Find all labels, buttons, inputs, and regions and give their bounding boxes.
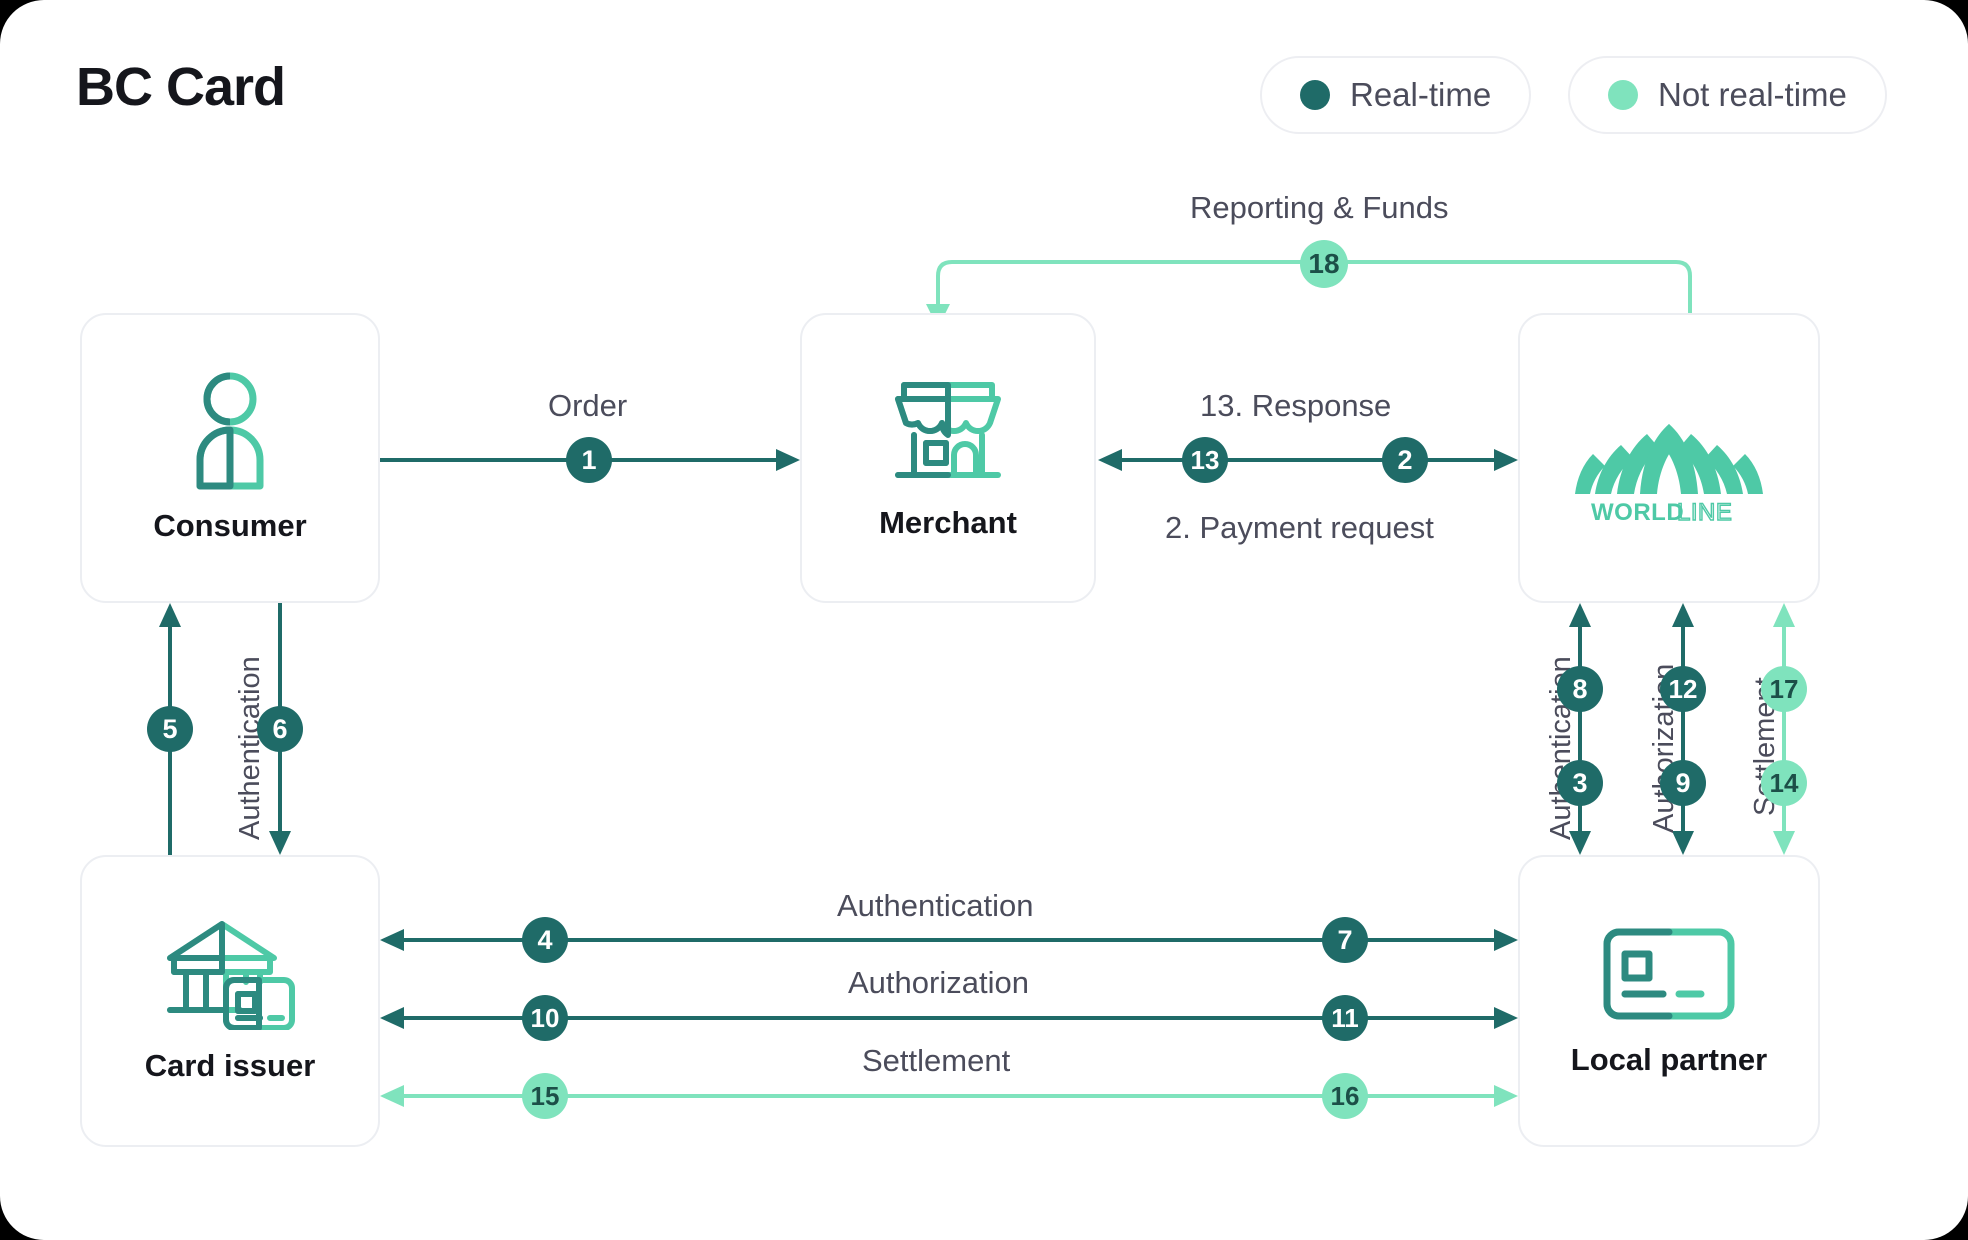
- badge-8: 8: [1557, 666, 1603, 712]
- badge-17: 17: [1761, 666, 1807, 712]
- edge-label-row-authentication: Authentication: [837, 888, 1034, 923]
- badge-16: 16: [1322, 1073, 1368, 1119]
- edge-label-order: Order: [548, 388, 628, 423]
- edge-merchant-worldline: [1098, 449, 1518, 471]
- node-worldline[interactable]: WORLD LINE: [1518, 313, 1820, 603]
- badge-7: 7: [1322, 917, 1368, 963]
- bank-card-icon: [160, 918, 300, 1030]
- worldline-logo: WORLD LINE: [1569, 392, 1769, 524]
- node-consumer[interactable]: Consumer: [80, 313, 380, 603]
- badge-15: 15: [522, 1073, 568, 1119]
- node-label-consumer: Consumer: [153, 508, 307, 543]
- badge-13: 13: [1182, 437, 1228, 483]
- badge-12: 12: [1660, 666, 1706, 712]
- badge-6: 6: [257, 706, 303, 752]
- node-merchant[interactable]: Merchant: [800, 313, 1096, 603]
- person-icon: [184, 372, 276, 490]
- legend-real-time: Real-time: [1260, 56, 1532, 134]
- node-label-merchant: Merchant: [879, 505, 1017, 540]
- badge-9: 9: [1660, 760, 1706, 806]
- storefront-icon: [888, 375, 1008, 487]
- node-label-local-partner: Local partner: [1570, 1042, 1768, 1077]
- credit-card-icon: [1601, 924, 1737, 1024]
- badge-5: 5: [147, 706, 193, 752]
- edge-label-reporting-funds: Reporting & Funds: [1190, 190, 1449, 225]
- legend-dot-real-time: [1300, 80, 1330, 110]
- edge-label-consumer-authentication: Authentication: [234, 656, 266, 840]
- badge-14: 14: [1761, 760, 1807, 806]
- node-local-partner[interactable]: Local partner: [1518, 855, 1820, 1147]
- diagram-card: BC Card Real-time Not real-time Reportin…: [0, 0, 1968, 1240]
- badge-18: 18: [1300, 240, 1348, 288]
- page-title: BC Card: [76, 57, 286, 117]
- badge-3: 3: [1557, 760, 1603, 806]
- svg-text:LINE: LINE: [1677, 499, 1732, 524]
- node-label-card-issuer: Card issuer: [144, 1048, 316, 1083]
- badge-1: 1: [566, 437, 612, 483]
- badge-2: 2: [1382, 437, 1428, 483]
- node-card-issuer[interactable]: Card issuer: [80, 855, 380, 1147]
- badge-4: 4: [522, 917, 568, 963]
- legend-label-real-time: Real-time: [1350, 76, 1492, 113]
- legend-label-not-real-time: Not real-time: [1658, 76, 1847, 113]
- legend-dot-not-real-time: [1608, 80, 1638, 110]
- edge-label-row-settlement: Settlement: [862, 1043, 1011, 1078]
- edge-label-response: 13. Response: [1200, 388, 1392, 423]
- legend-not-real-time: Not real-time: [1568, 56, 1887, 134]
- badge-11: 11: [1322, 995, 1368, 1041]
- edge-label-row-authorization: Authorization: [848, 965, 1029, 1000]
- edge-label-payment-request: 2. Payment request: [1165, 510, 1434, 545]
- svg-text:WORLD: WORLD: [1591, 499, 1684, 524]
- badge-10: 10: [522, 995, 568, 1041]
